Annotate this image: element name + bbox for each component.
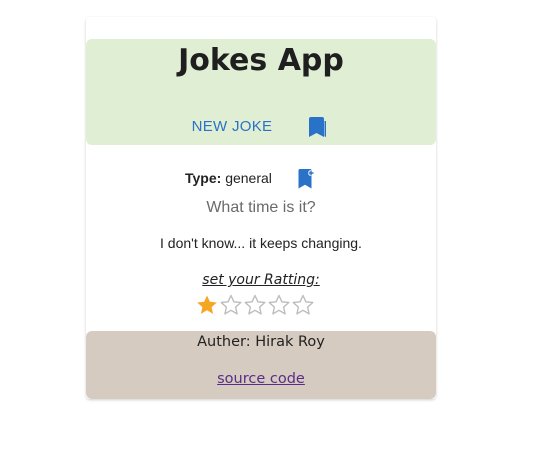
- star-empty-icon[interactable]: [267, 293, 291, 317]
- joke-setup: What time is it?: [206, 199, 316, 216]
- star-filled-icon[interactable]: [195, 293, 219, 317]
- star-empty-icon[interactable]: [291, 293, 315, 317]
- star-rating[interactable]: [195, 293, 315, 317]
- rating-label: set your Ratting:: [202, 272, 320, 288]
- star-empty-icon[interactable]: [243, 293, 267, 317]
- joke-content: What time is it? I don't know... it keep…: [86, 17, 436, 399]
- joke-punchline: I don't know... it keeps changing.: [160, 235, 362, 251]
- source-code-link[interactable]: source code: [86, 371, 436, 387]
- author-name: Auther: Hirak Roy: [197, 334, 325, 350]
- star-empty-icon[interactable]: [219, 293, 243, 317]
